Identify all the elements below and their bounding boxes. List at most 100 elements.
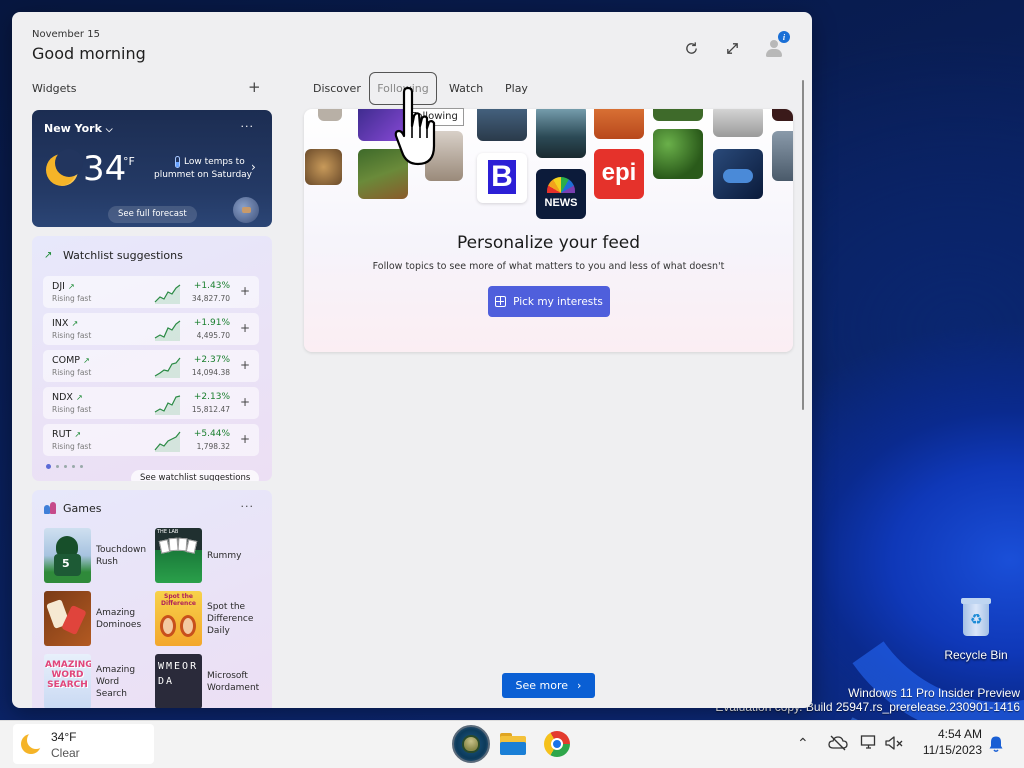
file-explorer-button[interactable] [500,733,526,755]
topic-tile [713,109,763,137]
thermometer-icon [175,156,180,168]
add-to-watchlist-button[interactable]: + [240,321,250,335]
profile-button[interactable]: i [762,31,790,60]
tab-play[interactable]: Play [505,82,528,95]
recycle-bin[interactable]: ♻ Recycle Bin [938,596,1014,666]
notification-bell-icon[interactable] [988,735,1004,753]
trend-up-icon: ↗ [74,430,82,439]
clock[interactable]: 4:54 AM 11/15/2023 [912,727,982,757]
game-amazing-dominoes[interactable]: Amazing Dominoes [44,591,149,646]
stock-ticker-label: COMP [52,355,81,366]
chevron-right-icon[interactable]: › [251,160,256,174]
pick-my-interests-button[interactable]: Pick my interests [488,286,610,317]
scrollbar[interactable] [802,80,804,410]
chevron-up-icon[interactable]: ⌃ [797,735,809,752]
add-to-watchlist-button[interactable]: + [240,358,250,372]
news-logo-epi-text: epi [601,159,637,186]
game-name: Spot the Difference Daily [207,601,254,636]
topic-tile [305,149,342,185]
topic-tile [318,109,342,121]
see-full-forecast-button[interactable]: See full forecast [108,206,197,223]
game-thumbnail-text: WMEORDA [158,661,199,687]
trend-up-icon: ↗ [67,282,75,291]
weather-city[interactable]: New York ⌵ [44,122,113,135]
game-touchdown-rush[interactable]: 5 Touchdown Rush [44,528,149,583]
games-title: Games [63,502,102,515]
game-spot-the-difference-daily[interactable]: Spot the Difference Spot the Difference … [155,591,260,646]
games-icon [44,502,56,514]
see-watchlist-suggestions-button[interactable]: See watchlist suggestions [131,470,260,481]
topic-tile [713,149,763,199]
stock-subtitle: Rising fast [52,442,92,451]
hand-cursor-icon [394,86,438,170]
refresh-icon[interactable] [679,36,703,60]
chrome-button[interactable] [544,731,570,757]
game-thumbnail-number: 5 [62,557,70,570]
stock-ticker: RUT ↗ [52,429,81,440]
folder-icon [500,733,526,755]
add-to-watchlist-button[interactable]: + [240,284,250,298]
weather-map-icon[interactable] [233,197,259,223]
news-logo-nbc: NEWS [536,169,586,219]
weather-widget-button[interactable]: 34°F Clear [13,724,154,764]
widgets-panel: November 15 Good morning i Widgets + New… [12,12,812,708]
add-widget-button[interactable]: + [248,78,261,96]
game-thumbnail: Spot the Difference [155,591,202,646]
start-button[interactable] [452,725,490,763]
game-name: Microsoft Wordament [207,670,260,693]
moon-icon [46,149,83,186]
stock-sparkline [154,357,181,378]
see-more-label: See more [515,679,569,692]
stock-ticker: COMP ↗ [52,355,90,366]
stock-sparkline [154,284,181,304]
cloud-offline-icon[interactable] [828,735,848,751]
weather-card[interactable]: New York ⌵ ··· 34 °F Low temps to plumme… [32,110,272,227]
stock-ticker-label: NDX [52,392,73,403]
volume-muted-icon[interactable] [884,734,904,752]
add-to-watchlist-button[interactable]: + [240,432,250,446]
games-card[interactable]: Games ··· 5 Touchdown Rush THE LAB Rummy… [32,490,272,708]
stock-trend-icon: ↗ [44,250,53,261]
stock-ticker: INX ↗ [52,318,78,329]
stock-ticker-label: RUT [52,429,72,440]
tab-discover[interactable]: Discover [313,82,361,95]
watchlist-card[interactable]: ↗ Watchlist suggestions DJI ↗ Rising fast… [32,236,272,481]
stock-row[interactable]: RUT ↗ Rising fast +5.44% 1,798.32 + [43,424,259,456]
feed-title: Personalize your feed [456,233,641,253]
stock-ticker: DJI ↗ [52,281,75,292]
more-options-button[interactable]: ··· [241,500,255,513]
game-rummy[interactable]: THE LAB Rummy [155,528,260,583]
network-icon[interactable] [860,734,878,752]
stock-row[interactable]: COMP ↗ Rising fast +2.37% 14,094.38 + [43,350,259,382]
chevron-right-icon: › [577,679,582,692]
add-to-watchlist-button[interactable]: + [240,395,250,409]
topic-tile [536,109,586,158]
topic-tile [653,129,703,179]
weather-alert-line2: plummet on Saturday [154,170,253,180]
info-badge-icon: i [778,31,790,43]
stock-row[interactable]: INX ↗ Rising fast +1.91% 4,495.70 + [43,313,259,345]
more-options-button[interactable]: ··· [241,120,255,133]
game-amazing-word-search[interactable]: AMAZING WORD SEARCH Amazing Word Search [44,654,149,708]
start-icon [462,735,480,753]
trend-up-icon: ↗ [83,356,90,365]
pagination-dots[interactable] [46,464,83,469]
trend-up-icon: ↗ [75,393,83,402]
see-more-button[interactable]: See more › [502,673,595,698]
stock-change: +2.13% [193,392,230,402]
stock-subtitle: Rising fast [52,294,92,303]
stock-row[interactable]: DJI ↗ Rising fast +1.43% 34,827.70 + [43,276,259,308]
tab-watch[interactable]: Watch [449,82,483,95]
game-name: Touchdown Rush [96,544,147,567]
game-microsoft-wordament[interactable]: WMEORDA Microsoft Wordament [155,654,260,708]
news-logo-nbc-text: NEWS [544,197,578,209]
game-thumbnail-text: THE LAB [157,529,179,535]
stock-ticker-label: INX [52,318,69,329]
game-thumbnail: AMAZING WORD SEARCH [44,654,91,708]
taskbar-temp: 34°F [51,730,77,744]
expand-icon[interactable] [720,36,744,60]
feed-subtitle: Follow topics to see more of what matter… [372,261,725,272]
stock-row[interactable]: NDX ↗ Rising fast +2.13% 15,812.47 + [43,387,259,419]
game-thumbnail [44,591,91,646]
watchlist-title: Watchlist suggestions [63,249,183,262]
